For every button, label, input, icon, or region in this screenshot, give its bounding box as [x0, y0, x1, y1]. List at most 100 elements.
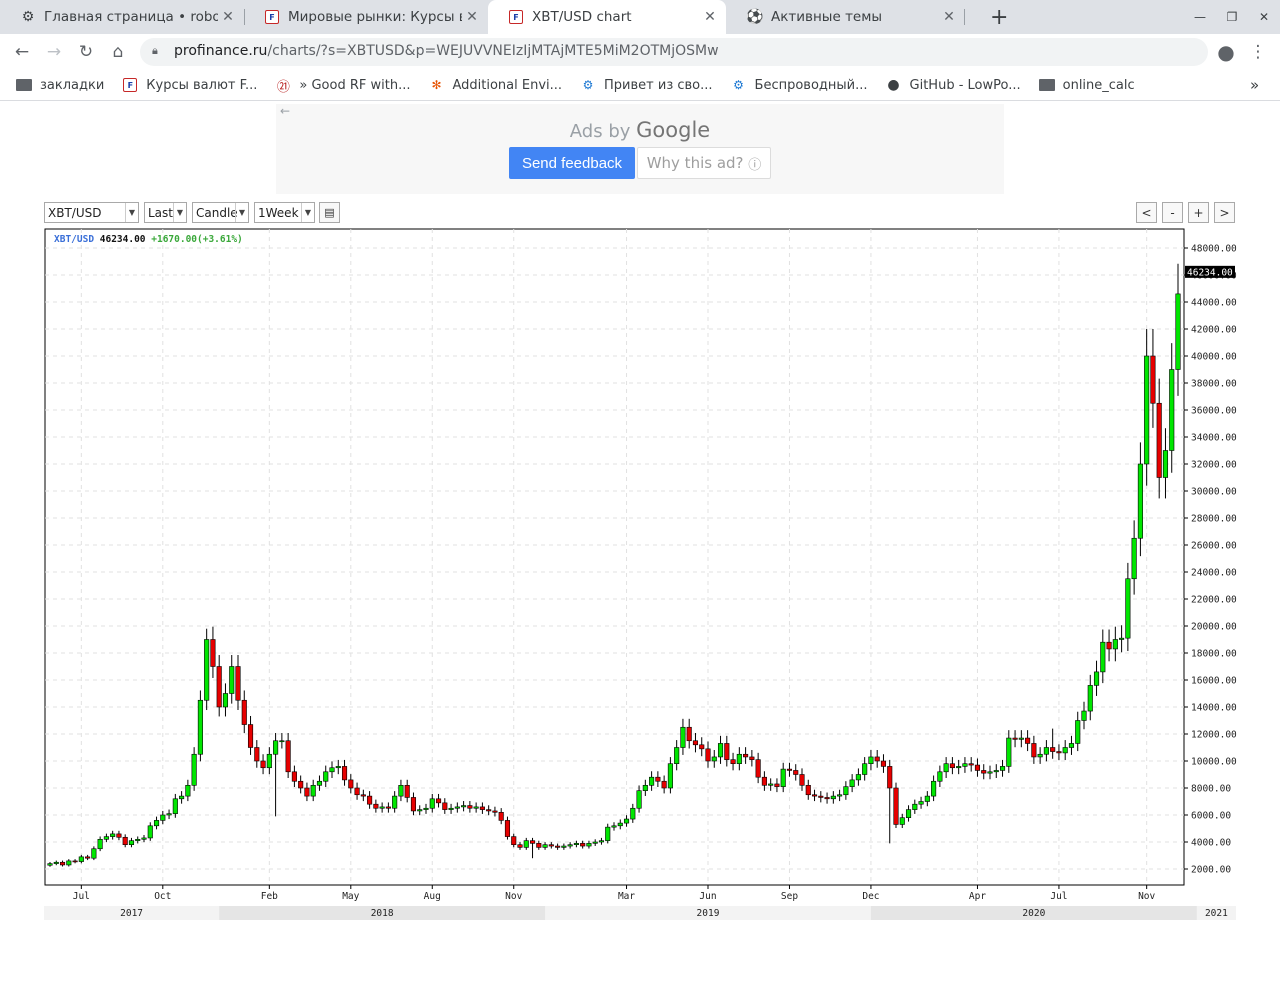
candle-body	[874, 756, 880, 762]
candlestick-chart[interactable]: 2000.00 4000.00 6000.00 8000.00 10000.00 1200…	[0, 0, 1280, 998]
candle-body	[1125, 578, 1131, 639]
y-tick-label: 6000.00	[1191, 811, 1231, 822]
candle-body	[1119, 637, 1125, 640]
year-label: 2020	[1022, 908, 1045, 919]
candle-body	[197, 699, 203, 755]
candle-body	[348, 779, 354, 789]
y-tick-label: 10000.00	[1191, 757, 1237, 768]
y-tick-label: 8000.00	[1191, 784, 1231, 795]
candle-body	[799, 774, 805, 786]
candle-body	[385, 806, 391, 809]
candle-body	[736, 753, 742, 764]
candle-body	[1037, 753, 1043, 758]
candle-body	[329, 767, 335, 773]
candle-body	[310, 784, 316, 797]
candle-body	[273, 740, 279, 755]
candle-body	[473, 806, 479, 809]
candle-body	[711, 756, 717, 762]
candle-body	[1043, 747, 1049, 755]
candle-body	[354, 787, 360, 796]
candle-body	[999, 766, 1006, 771]
candle-body	[724, 743, 730, 760]
candle-body	[730, 759, 736, 765]
x-tick-label: Oct	[154, 891, 171, 902]
candle-body	[793, 770, 799, 775]
y-tick-label: 48000.00	[1191, 244, 1237, 255]
candle-body	[780, 768, 786, 787]
candle-body	[611, 825, 617, 828]
candle-body	[974, 764, 981, 771]
x-tick-label: Dec	[862, 891, 879, 902]
y-tick-label: 4000.00	[1191, 838, 1231, 849]
candle-body	[862, 763, 868, 775]
candle-body	[1169, 369, 1175, 451]
x-tick-label: Sep	[781, 891, 798, 902]
candle-body	[204, 639, 210, 701]
candle-body	[717, 743, 724, 758]
x-tick-label: Jul	[73, 891, 90, 902]
candle-body	[699, 744, 705, 750]
candle-body	[1081, 710, 1087, 721]
candle-body	[492, 810, 498, 813]
candle-body	[548, 844, 554, 847]
candle-body	[605, 826, 611, 841]
candle-body	[279, 740, 285, 743]
candle-body	[229, 666, 235, 694]
candle-body	[567, 844, 573, 847]
candle-body	[536, 843, 542, 848]
candle-body	[949, 763, 955, 769]
candle-body	[304, 787, 310, 797]
candle-body	[1062, 747, 1068, 754]
y-tick-label: 28000.00	[1191, 514, 1237, 525]
candle-body	[649, 776, 655, 786]
candle-body	[837, 794, 843, 797]
candle-body	[316, 780, 323, 786]
year-label: 2018	[371, 908, 394, 919]
candle-body	[179, 795, 185, 800]
candle-body	[222, 693, 229, 708]
candle-body	[461, 805, 467, 808]
candle-body	[66, 860, 72, 866]
candle-body	[404, 784, 410, 798]
candle-body	[216, 666, 222, 708]
candle-body	[153, 820, 160, 827]
y-tick-label: 34000.00	[1191, 433, 1237, 444]
candle-body	[768, 783, 774, 786]
candle-body	[128, 840, 135, 846]
x-tick-label: Nov	[505, 891, 522, 902]
candle-body	[341, 766, 348, 781]
info-last-price: 46234.00	[100, 234, 151, 245]
candle-body	[937, 771, 943, 782]
candle-body	[674, 747, 680, 765]
candle-body	[97, 838, 103, 850]
y-tick-label: 40000.00	[1191, 352, 1237, 363]
candle-body	[1093, 671, 1100, 686]
candle-body	[962, 763, 968, 767]
candle-body	[830, 795, 836, 800]
candle-body	[1050, 747, 1056, 752]
candle-body	[1031, 743, 1037, 758]
candle-body	[761, 776, 767, 786]
candle-body	[147, 825, 153, 839]
candle-body	[260, 760, 266, 769]
candle-body	[191, 753, 197, 786]
candle-body	[924, 795, 930, 802]
y-tick-label: 22000.00	[1191, 595, 1237, 606]
candle-body	[116, 833, 122, 838]
candle-body	[398, 784, 404, 797]
candle-body	[454, 806, 460, 809]
candle-body	[987, 771, 993, 774]
candle-body	[880, 760, 887, 767]
candle-body	[423, 807, 429, 810]
x-tick-label: Jun	[699, 891, 716, 902]
candle-body	[786, 768, 793, 771]
candle-body	[185, 784, 191, 797]
y-tick-label: 24000.00	[1191, 568, 1237, 579]
year-label: 2019	[697, 908, 720, 919]
candle-body	[479, 806, 485, 810]
candle-body	[993, 770, 999, 773]
candle-body	[705, 748, 711, 762]
candle-body	[811, 794, 818, 797]
candle-body	[1156, 402, 1162, 478]
candle-body	[85, 856, 91, 859]
